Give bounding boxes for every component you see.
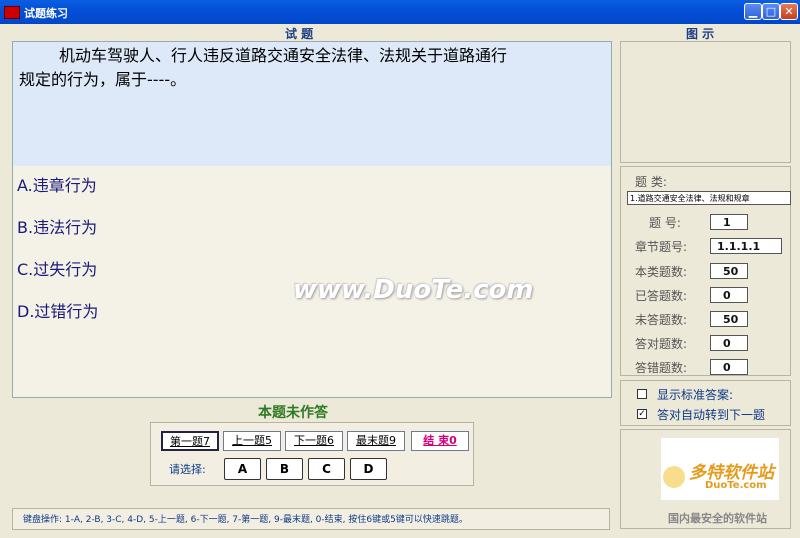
answer-status: 本题未作答 [258,405,328,421]
category-label: 题 类: [635,175,667,189]
info-label-answered: 已答题数: [635,289,688,303]
info-label-category-count: 本类题数: [635,265,688,279]
option-c[interactable]: C.过失行为 [17,256,97,280]
logo-slogan: 国内最安全的软件站 [668,512,767,525]
question-text-line2: 规定的行为，属于----。 [19,70,187,89]
info-label-correct: 答对题数: [635,337,688,351]
logo-image-area: 多特软件站 DuoTe.com [661,438,779,500]
show-answer-label: 显示标准答案: [657,388,734,402]
main-window: 试 题 机动车驾驶人、行人违反道路交通安全法律、法规关于道路通行 规定的行为，属… [3,24,797,535]
app-icon [4,6,20,19]
minimize-icon: ▁ [748,5,758,18]
figure-section-label: 图 示 [686,27,715,41]
info-value-unanswered: 50 [710,311,748,327]
info-value-category-count: 50 [710,263,748,279]
minimize-button[interactable]: ▁ [744,3,762,20]
info-label-chapter: 章节题号: [635,240,688,254]
maximize-button[interactable]: □ [762,3,780,20]
logo-site: DuoTe.com [705,480,767,491]
option-d[interactable]: D.过错行为 [17,298,98,322]
logo-mascot-icon [663,466,685,488]
question-section-label: 试 题 [285,27,314,41]
answer-a-button[interactable]: A [224,458,261,480]
maximize-icon: □ [765,5,777,18]
info-value-number: 1 [710,214,748,230]
close-icon: ✕ [784,5,794,18]
answer-c-button[interactable]: C [308,458,345,480]
figure-panel [620,41,791,163]
info-panel: 题 类: 1.道路交通安全法律、法规和规章 题 号: 1 章节题号: 1.1.1… [620,166,791,376]
answer-d-button[interactable]: D [350,458,387,480]
title-bar: 试题练习 ▁ □ ✕ [0,0,800,24]
question-panel: 机动车驾驶人、行人违反道路交通安全法律、法规关于道路通行 规定的行为，属于---… [12,41,612,398]
option-a[interactable]: A.违章行为 [17,172,97,196]
info-value-wrong: 0 [710,359,748,375]
prev-question-button[interactable]: 上一题5 [223,431,281,451]
info-label-number: 题 号: [649,216,681,230]
option-b[interactable]: B.违法行为 [17,214,97,238]
answer-b-button[interactable]: B [266,458,303,480]
choose-label: 请选择: [169,463,206,476]
info-value-chapter: 1.1.1.1 [710,238,782,254]
category-value: 1.道路交通安全法律、法规和规章 [627,191,791,205]
info-label-unanswered: 未答题数: [635,313,688,327]
auto-next-label: 答对自动转到下一题 [657,408,766,422]
options-panel: 显示标准答案: ✓ 答对自动转到下一题 [620,380,791,426]
next-question-button[interactable]: 下一题6 [285,431,343,451]
navigation-box: 第一题7 上一题5 下一题6 最末题9 结 束0 请选择: A B C D [150,422,474,486]
info-label-wrong: 答错题数: [635,361,688,375]
question-text: 机动车驾驶人、行人违反道路交通安全法律、法规关于道路通行 规定的行为，属于---… [13,42,611,166]
info-value-correct: 0 [710,335,748,351]
logo-panel: 多特软件站 DuoTe.com 国内最安全的软件站 [620,429,791,529]
keyboard-hint: 键盘操作: 1-A, 2-B, 3-C, 4-D, 5-上一题, 6-下一题, … [12,508,610,530]
question-text-line1: 机动车驾驶人、行人违反道路交通安全法律、法规关于道路通行 [59,46,508,65]
window-title: 试题练习 [24,7,68,20]
end-button[interactable]: 结 束0 [411,431,469,451]
auto-next-checkbox[interactable]: ✓ [637,409,647,419]
close-button[interactable]: ✕ [780,3,798,20]
last-question-button[interactable]: 最末题9 [347,431,405,451]
first-question-button[interactable]: 第一题7 [161,431,219,451]
show-answer-checkbox[interactable] [637,389,647,399]
info-value-answered: 0 [710,287,748,303]
watermark: www.DuoTe.com [293,275,534,305]
